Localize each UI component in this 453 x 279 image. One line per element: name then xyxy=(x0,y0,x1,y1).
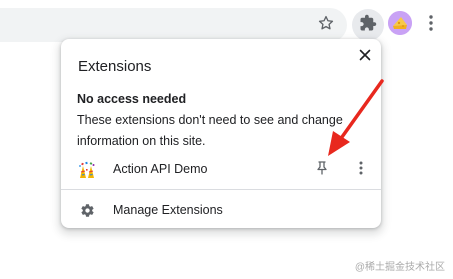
extension-more-button[interactable] xyxy=(353,160,369,180)
section-description: These extensions don't need to see and c… xyxy=(77,113,343,148)
extension-name: Action API Demo xyxy=(113,162,208,176)
extension-row[interactable]: Action API Demo xyxy=(61,156,381,184)
section-heading: No access needed xyxy=(77,92,187,106)
close-icon xyxy=(359,48,371,66)
extensions-button[interactable] xyxy=(352,9,384,41)
address-bar[interactable] xyxy=(0,8,347,42)
star-icon xyxy=(317,14,335,37)
manage-extensions-button[interactable]: Manage Extensions xyxy=(61,196,381,224)
manage-extensions-label: Manage Extensions xyxy=(113,203,223,217)
popup-title: Extensions xyxy=(78,58,152,75)
watermark: @稀土掘金技术社区 xyxy=(354,262,445,273)
more-vert-icon xyxy=(429,14,433,36)
extensions-popup: Extensions No access needed These extens… xyxy=(61,39,381,228)
avatar-image xyxy=(388,11,412,35)
close-button[interactable] xyxy=(355,47,375,67)
popup-divider xyxy=(61,189,381,190)
more-vert-icon xyxy=(359,161,363,180)
confetti-icon xyxy=(77,160,97,180)
browser-menu-button[interactable] xyxy=(420,12,442,38)
pin-icon xyxy=(316,160,328,180)
gear-icon xyxy=(79,202,95,218)
puzzle-icon xyxy=(359,14,377,37)
bookmark-star-button[interactable] xyxy=(313,12,339,38)
pin-button[interactable] xyxy=(312,160,332,180)
profile-avatar[interactable] xyxy=(388,11,412,35)
